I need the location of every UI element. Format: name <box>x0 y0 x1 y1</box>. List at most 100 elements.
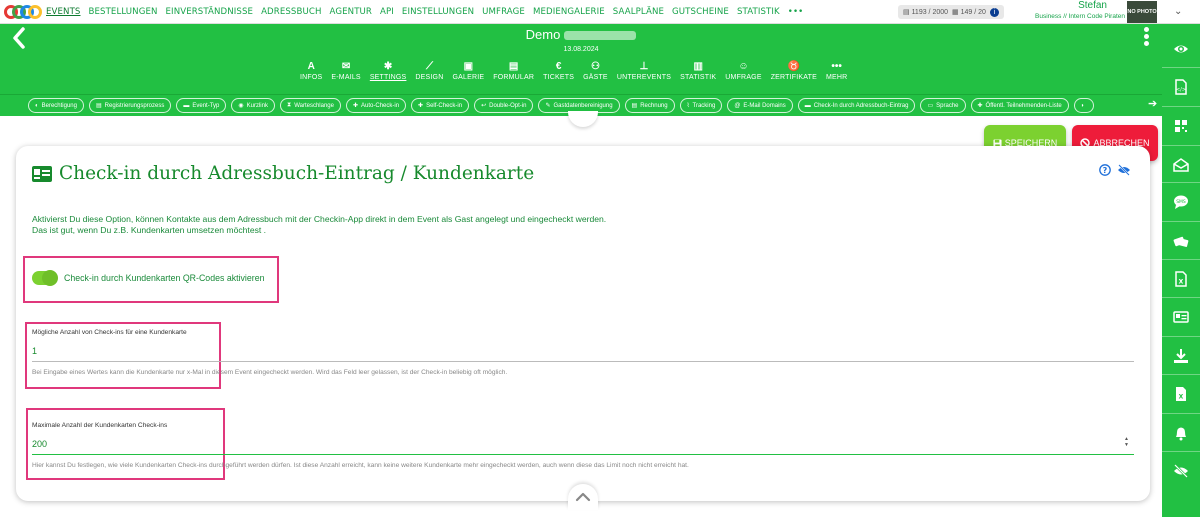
max-checkins-label: Maximale Anzahl der Kundenkarten Check-i… <box>32 422 168 429</box>
users-icon: ⚇ <box>590 60 600 72</box>
sidebar-envelope-open-button[interactable] <box>1162 146 1200 184</box>
user-menu[interactable]: Stefan Business // Intern Code Piraten <box>1010 0 1125 22</box>
tab-settings[interactable]: ✱ SETTINGS <box>369 60 407 82</box>
nav-link-7[interactable]: UMFRAGE <box>482 7 525 17</box>
tab-label: GÄSTE <box>583 74 608 81</box>
tab-tickets[interactable]: € TICKETS <box>543 60 574 82</box>
subnav-chip-0[interactable]: ◐ Berechtigung <box>28 98 84 113</box>
nav-link-12[interactable]: ••• <box>788 7 804 17</box>
svg-text:</>: </> <box>1176 87 1186 93</box>
nav-link-11[interactable]: STATISTIK <box>737 7 780 17</box>
main-menu: EVENTS BESTELLUNGEN EINVERSTÄNDNISSE ADRESS… <box>46 7 811 17</box>
tab-label: DESIGN <box>415 74 444 81</box>
app-logo[interactable] <box>4 2 44 22</box>
nav-link-0[interactable]: EVENTS <box>46 7 80 17</box>
sidebar-sms-button[interactable]: SMS <box>1162 183 1200 221</box>
info-icon[interactable]: i <box>989 7 999 17</box>
qr-checkin-toggle[interactable] <box>32 270 58 286</box>
svg-text:X: X <box>1179 394 1184 401</box>
subnav-chip-3[interactable]: ◉ Kurzlink <box>231 98 275 113</box>
collapse-handle-bottom[interactable] <box>568 484 598 510</box>
sidebar-eye-slash-button[interactable] <box>1162 452 1200 490</box>
tab-umfrage[interactable]: ☺ UMFRAGE <box>725 60 761 82</box>
nav-link-5[interactable]: API <box>380 7 394 17</box>
collapse-handle-top[interactable] <box>568 111 598 127</box>
chip-label: Check-In durch Adressbuch-Eintrag <box>813 102 909 109</box>
arrow-right-icon[interactable]: ➔ <box>1148 97 1157 110</box>
subnav-chip-15[interactable]: ◗ <box>1073 98 1095 113</box>
chip-label: Registrierungsprozess <box>104 102 165 109</box>
nav-link-6[interactable]: EINSTELLUNGEN <box>402 7 474 17</box>
max-checkins-input[interactable]: 200 <box>32 439 1134 451</box>
chip-icon: ◐ <box>35 102 39 109</box>
checkins-per-card-hint: Bei Eingabe eines Wertes kann die Kunden… <box>32 369 508 376</box>
chip-label: Self-Check-in <box>426 102 463 109</box>
eye-slash-icon[interactable] <box>1117 164 1131 176</box>
checkins-per-card-field: Mögliche Anzahl von Check-ins für eine K… <box>32 329 1134 376</box>
font-a-icon: A <box>307 60 315 72</box>
subnav-chip-6[interactable]: ✚ Self-Check-in <box>411 98 470 113</box>
chip-icon: ◉ <box>238 103 244 109</box>
subnav-chip-9[interactable]: ▤ Rechnung <box>624 98 675 113</box>
nav-link-8[interactable]: MEDIENGALERIE <box>533 7 605 17</box>
avatar[interactable]: NO PHOTO <box>1127 1 1157 23</box>
tab-infos[interactable]: A INFOS <box>300 60 322 82</box>
tab-unterevents[interactable]: ⊥ UNTEREVENTS <box>617 60 671 82</box>
tab-design[interactable]: ⟋ DESIGN <box>415 60 444 82</box>
number-stepper[interactable]: ▲ ▼ <box>1124 436 1130 448</box>
subnav-chip-14[interactable]: ✚ Öffentl. Teilnehmenden-Liste <box>970 98 1069 113</box>
checkins-per-card-input[interactable]: 1 <box>32 346 1134 358</box>
nav-link-10[interactable]: GUTSCHEINE <box>672 7 729 17</box>
subnav-chip-13[interactable]: ▭ Sprache <box>920 98 966 113</box>
sidebar-download-button[interactable] <box>1162 337 1200 375</box>
tab-e-mails[interactable]: ✉ E-MAILS <box>331 60 360 82</box>
subnav-chip-2[interactable]: ▬ Event-Typ <box>176 98 227 113</box>
sidebar-id-card-button[interactable] <box>1162 298 1200 336</box>
subnav-chip-4[interactable]: ⧗ Warteschlange <box>279 98 341 113</box>
chevron-up-icon <box>575 492 591 502</box>
nav-link-9[interactable]: SAALPLÄNE <box>613 7 664 17</box>
nav-link-3[interactable]: ADRESSBUCH <box>261 7 321 17</box>
tab-statistik[interactable]: ▥ STATISTIK <box>680 60 716 82</box>
subnav-chip-5[interactable]: ✚ Auto-Check-in <box>345 98 407 113</box>
sidebar-excel-export-button[interactable]: X <box>1162 375 1200 413</box>
sidebar-tickets-button[interactable] <box>1162 222 1200 260</box>
tab-zertifikate[interactable]: ♉ ZERTIFIKATE <box>771 60 817 82</box>
subnav-chip-7[interactable]: ↩ Double-Opt-in <box>474 98 534 113</box>
nav-link-2[interactable]: EINVERSTÄNDNISSE <box>166 7 254 17</box>
subnav-chip-10[interactable]: ⌇ Tracking <box>679 98 723 113</box>
svg-text:X: X <box>1179 279 1184 286</box>
kebab-menu-icon[interactable] <box>1142 27 1150 49</box>
sitemap-icon: ⊥ <box>639 60 649 72</box>
chevron-down-icon[interactable]: ⌄ <box>1174 6 1182 17</box>
chip-icon: ⧗ <box>286 102 292 108</box>
code-file-icon: </> <box>1175 79 1187 95</box>
max-checkins-field: Maximale Anzahl der Kundenkarten Check-i… <box>32 422 1134 469</box>
tab-label: SETTINGS <box>369 74 407 81</box>
sidebar-bell-button[interactable] <box>1162 414 1200 452</box>
max-checkins-hint: Hier kannst Du festlegen, wie viele Kund… <box>32 462 689 469</box>
tab-mehr[interactable]: ••• MEHR <box>826 60 847 82</box>
sidebar-eye-button[interactable] <box>1162 30 1200 68</box>
brush-icon: ⟋ <box>425 60 433 72</box>
medal-icon: ♉ <box>787 60 801 72</box>
tab-gäste[interactable]: ⚇ GÄSTE <box>583 60 608 82</box>
subnav-chip-12[interactable]: ▬ Check-In durch Adressbuch-Eintrag <box>797 98 916 113</box>
subnav-chip-11[interactable]: @ E-Mail Domains <box>727 98 793 113</box>
subnav-chip-1[interactable]: ▤ Registrierungsprozess <box>88 98 172 113</box>
sms-icon: SMS <box>1174 195 1188 209</box>
contacts-counter: ▤ 1193 / 2000 <box>903 9 949 16</box>
nav-link-4[interactable]: AGENTUR <box>330 7 372 17</box>
download-icon <box>1174 349 1188 363</box>
svg-text:?: ? <box>1103 166 1108 175</box>
tab-formular[interactable]: ▤ FORMULAR <box>493 60 534 82</box>
images-icon: ▣ <box>463 60 474 72</box>
tab-galerie[interactable]: ▣ GALERIE <box>452 60 484 82</box>
sidebar-code-file-button[interactable]: </> <box>1162 68 1200 106</box>
nav-link-1[interactable]: BESTELLUNGEN <box>88 7 157 17</box>
sidebar-excel-file-button[interactable]: X <box>1162 260 1200 298</box>
sidebar-qr-code-button[interactable] <box>1162 107 1200 145</box>
form-icon: ▤ <box>508 60 519 72</box>
chip-label: Öffentl. Teilnehmenden-Liste <box>985 102 1062 109</box>
question-circle-icon[interactable]: ? <box>1099 164 1111 176</box>
